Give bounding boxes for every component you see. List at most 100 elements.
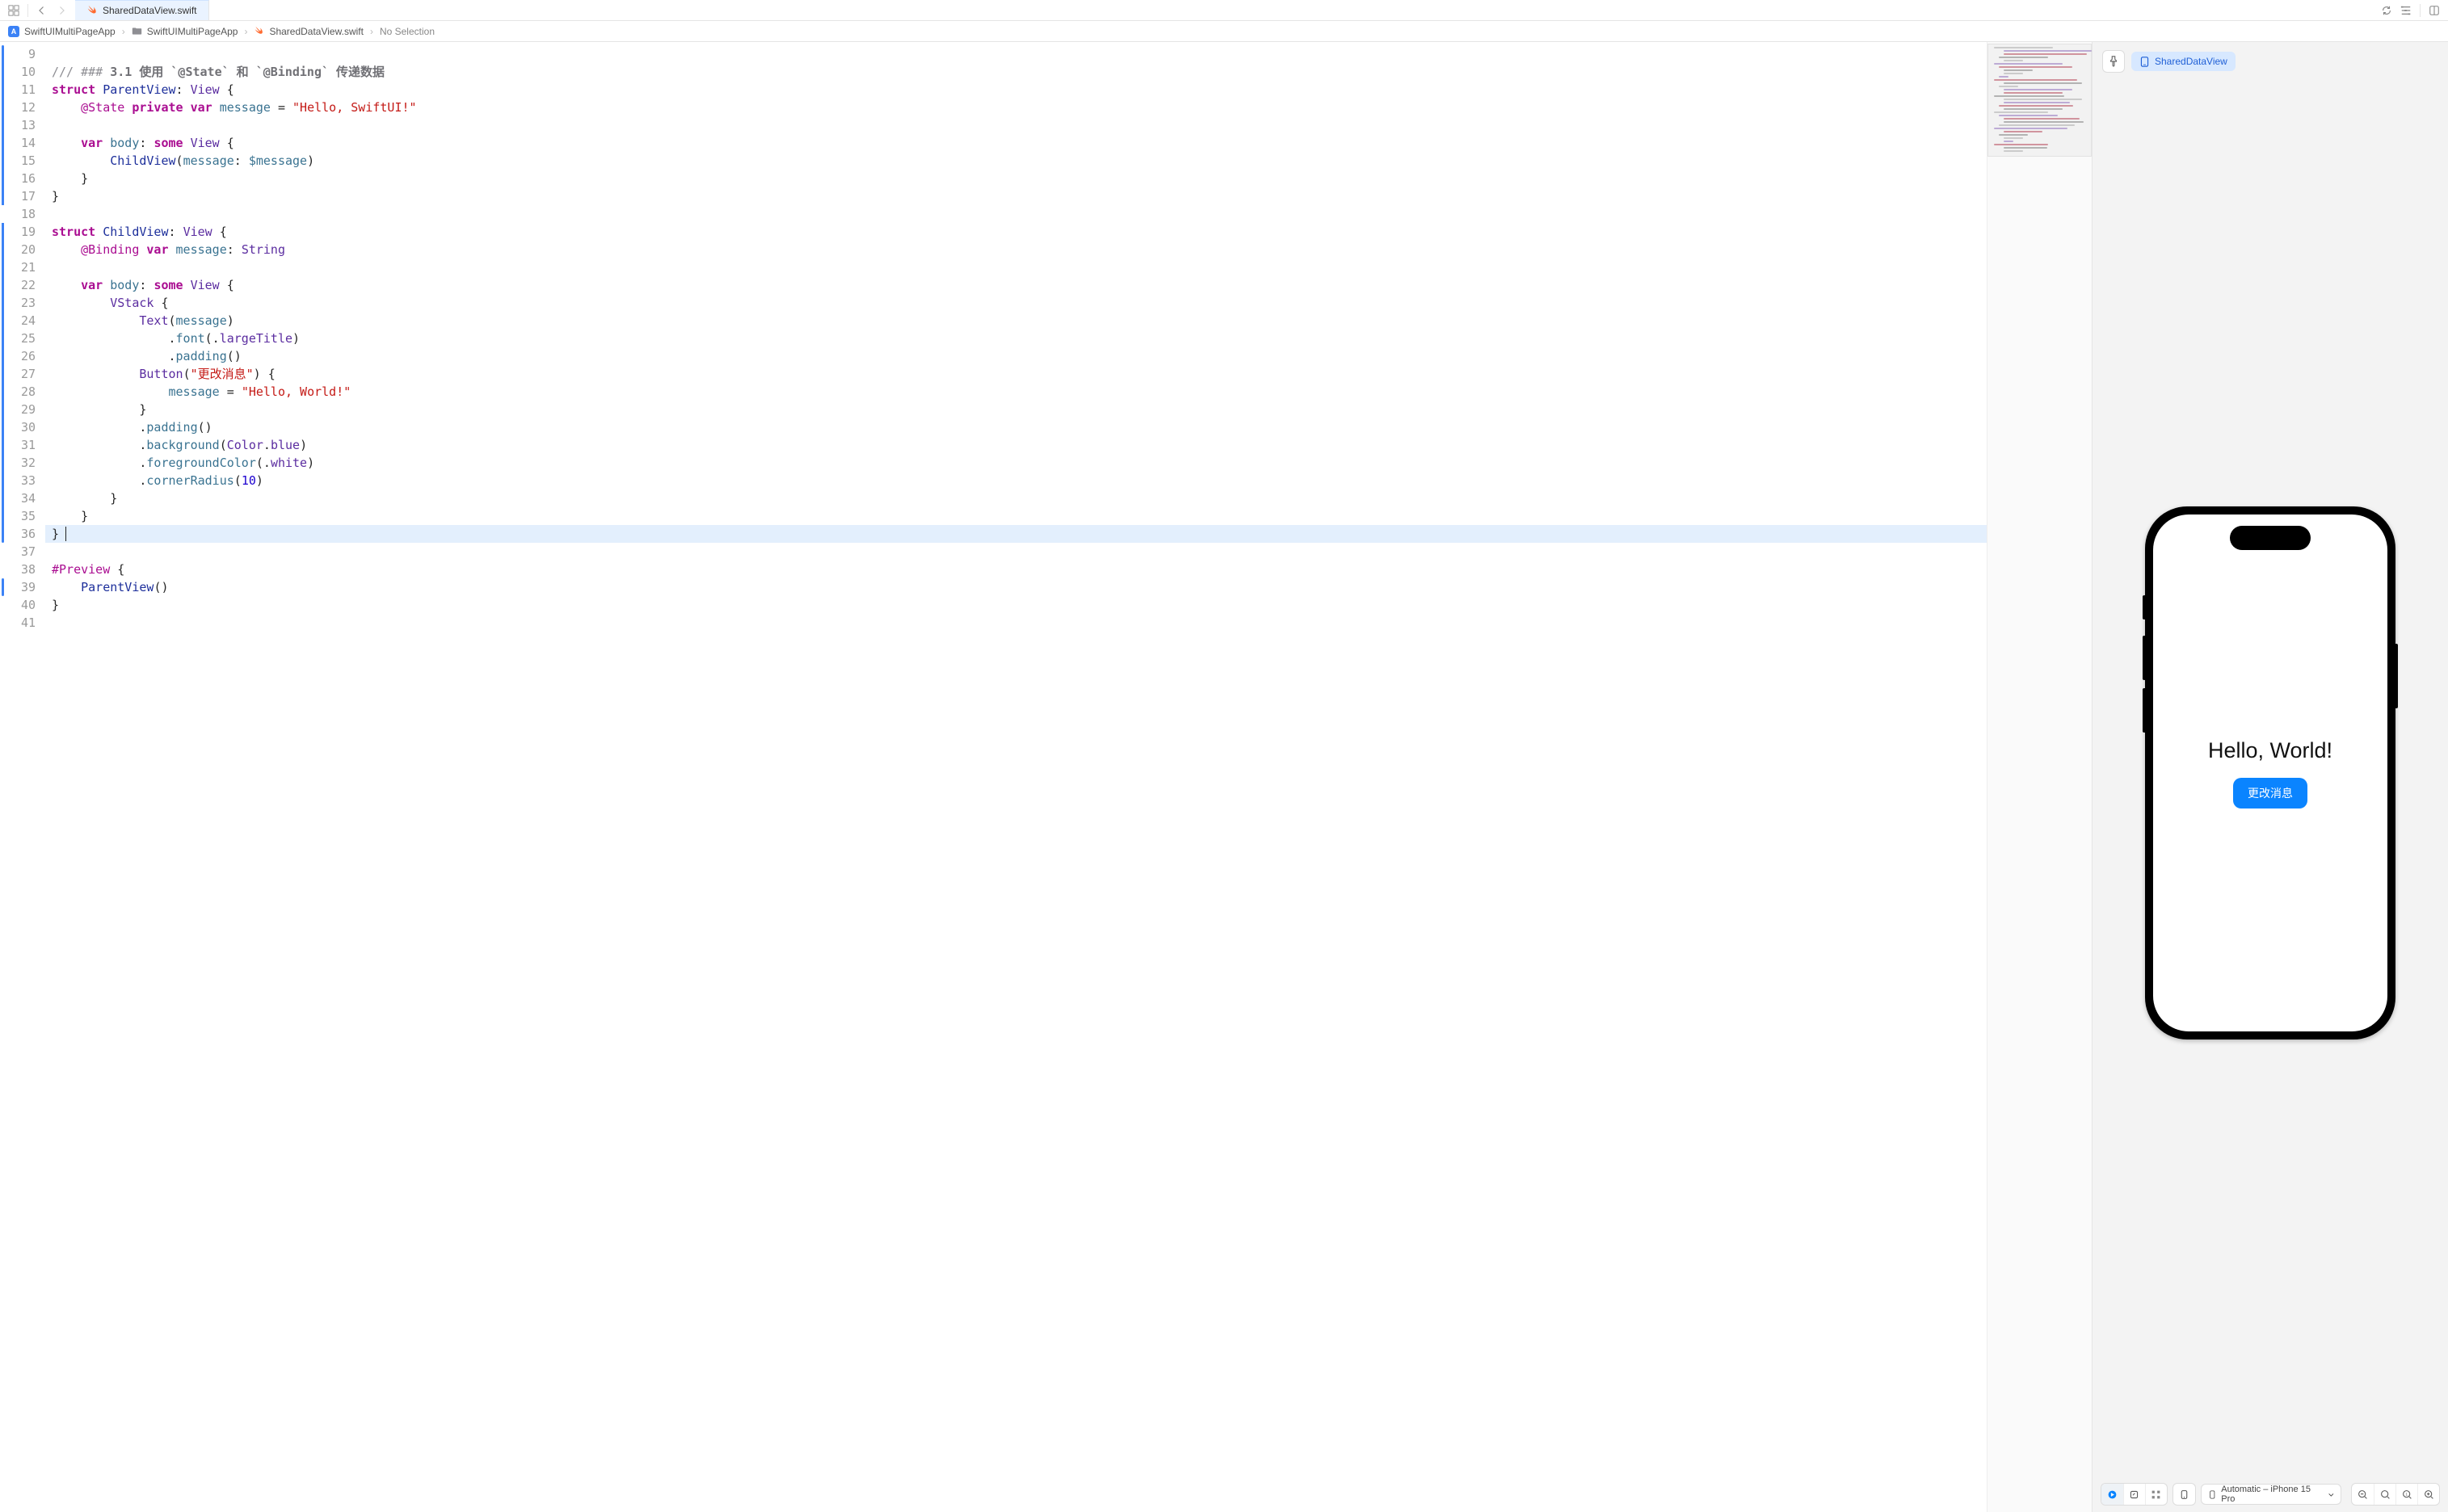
breadcrumb-app[interactable]: SwiftUIMultiPageApp	[24, 26, 116, 37]
code-line[interactable]: struct ParentView: View {	[52, 81, 1980, 99]
line-number: 32	[3, 454, 36, 472]
line-number: 29	[3, 401, 36, 418]
code-line[interactable]: message = "Hello, World!"	[52, 383, 1980, 401]
code-line[interactable]: .padding()	[52, 347, 1980, 365]
line-number: 19	[3, 223, 36, 241]
code-editor[interactable]: /// ### 3.1 使用 `@State` 和 `@Binding` 传递数…	[45, 42, 1987, 1512]
line-number: 22	[3, 276, 36, 294]
line-number: 20	[3, 241, 36, 258]
phone-volume-up	[2143, 636, 2146, 680]
code-line[interactable]	[52, 45, 1980, 63]
variants-preview-button[interactable]	[2145, 1484, 2167, 1505]
code-line[interactable]	[52, 205, 1980, 223]
zoom-out-button[interactable]	[2352, 1484, 2374, 1505]
code-line[interactable]: @State private var message = "Hello, Swi…	[52, 99, 1980, 116]
breadcrumb: A SwiftUIMultiPageApp › SwiftUIMultiPage…	[0, 21, 2448, 42]
line-number: 21	[3, 258, 36, 276]
code-line[interactable]: .font(.largeTitle)	[52, 330, 1980, 347]
live-preview-button[interactable]	[2101, 1484, 2123, 1505]
minimap[interactable]	[1987, 42, 2092, 1512]
zoom-actual-button[interactable]: 1	[2395, 1484, 2417, 1505]
chevron-right-icon: ›	[370, 26, 373, 37]
tab-bar-right-controls	[2373, 0, 2448, 20]
code-line[interactable]: }	[52, 596, 1980, 614]
phone-power-button	[2395, 644, 2398, 708]
line-number: 30	[3, 418, 36, 436]
add-editor-icon[interactable]	[2427, 3, 2442, 18]
selectable-preview-button[interactable]	[2123, 1484, 2145, 1505]
svg-text:1: 1	[2405, 1492, 2408, 1497]
app-icon: A	[8, 26, 19, 37]
line-number: 31	[3, 436, 36, 454]
line-number: 38	[3, 561, 36, 578]
code-line[interactable]: Button("更改消息") {	[52, 365, 1980, 383]
app-title-text: Hello, World!	[2208, 738, 2332, 763]
code-line[interactable]: }	[52, 170, 1980, 187]
related-items-icon[interactable]	[6, 3, 21, 18]
preview-bottom-toolbar: Automatic – iPhone 15 Pro 1	[2093, 1476, 2448, 1512]
line-number: 34	[3, 489, 36, 507]
code-line[interactable]: }	[52, 401, 1980, 418]
line-number: 23	[3, 294, 36, 312]
code-line[interactable]	[52, 116, 1980, 134]
code-line[interactable]: struct ChildView: View {	[52, 223, 1980, 241]
breadcrumb-folder[interactable]: SwiftUIMultiPageApp	[147, 26, 238, 37]
code-line[interactable]: #Preview {	[52, 561, 1980, 578]
nav-back-icon[interactable]	[35, 3, 49, 18]
line-number: 12	[3, 99, 36, 116]
line-number: 11	[3, 81, 36, 99]
line-number: 9	[3, 45, 36, 63]
line-number: 27	[3, 365, 36, 383]
code-line[interactable]: var body: some View {	[52, 134, 1980, 152]
code-line[interactable]: .background(Color.blue)	[52, 436, 1980, 454]
code-line[interactable]: var body: some View {	[52, 276, 1980, 294]
device-settings-button[interactable]	[2172, 1483, 2196, 1506]
nav-forward-icon[interactable]	[54, 3, 69, 18]
line-number-gutter: 9101112131415161718192021222324252627282…	[0, 42, 45, 1512]
phone-mute-switch	[2143, 595, 2146, 620]
line-number: 36	[3, 525, 36, 543]
preview-canvas[interactable]: Hello, World! 更改消息	[2093, 78, 2448, 1476]
code-line[interactable]: }	[52, 507, 1980, 525]
code-line[interactable]: ParentView()	[52, 578, 1980, 596]
chevron-right-icon: ›	[122, 26, 125, 37]
pin-preview-button[interactable]	[2102, 50, 2125, 73]
app-change-message-button[interactable]: 更改消息	[2233, 778, 2307, 808]
preview-mode-group	[2101, 1483, 2168, 1506]
preview-chip[interactable]: SharedDataView	[2131, 52, 2236, 71]
code-line[interactable]: @Binding var message: String	[52, 241, 1980, 258]
zoom-fit-button[interactable]	[2374, 1484, 2395, 1505]
code-line[interactable]: }	[52, 187, 1980, 205]
code-line[interactable]	[52, 258, 1980, 276]
preview-header: SharedDataView	[2093, 42, 2448, 78]
code-line[interactable]: ChildView(message: $message)	[52, 152, 1980, 170]
line-number: 37	[3, 543, 36, 561]
code-line[interactable]	[52, 614, 1980, 632]
zoom-in-button[interactable]	[2417, 1484, 2439, 1505]
code-line[interactable]: }	[52, 489, 1980, 507]
device-selector[interactable]: Automatic – iPhone 15 Pro	[2201, 1484, 2342, 1505]
breadcrumb-file[interactable]: SharedDataView.swift	[269, 26, 364, 37]
code-line[interactable]: VStack {	[52, 294, 1980, 312]
line-number: 26	[3, 347, 36, 365]
zoom-controls: 1	[2351, 1483, 2440, 1506]
phone-frame: Hello, World! 更改消息	[2145, 506, 2395, 1040]
device-icon	[2208, 1490, 2217, 1499]
code-line[interactable]: Text(message)	[52, 312, 1980, 330]
line-number: 41	[3, 614, 36, 632]
device-selector-label: Automatic – iPhone 15 Pro	[2221, 1485, 2322, 1504]
breadcrumb-selection[interactable]: No Selection	[380, 26, 435, 37]
folder-icon	[132, 26, 142, 36]
code-line[interactable]	[52, 543, 1980, 561]
code-line[interactable]: /// ### 3.1 使用 `@State` 和 `@Binding` 传递数…	[52, 63, 1980, 81]
refresh-icon[interactable]	[2379, 3, 2394, 18]
code-line[interactable]: .foregroundColor(.white)	[52, 454, 1980, 472]
code-line[interactable]: .cornerRadius(10)	[52, 472, 1980, 489]
preview-chip-icon	[2139, 57, 2150, 67]
adjust-editor-icon[interactable]	[2399, 3, 2413, 18]
line-number: 33	[3, 472, 36, 489]
editor-tab[interactable]: SharedDataView.swift	[75, 0, 209, 20]
swift-icon	[254, 26, 264, 36]
code-line[interactable]: .padding()	[52, 418, 1980, 436]
preview-column: SharedDataView Hello, World! 更改消息	[2093, 42, 2448, 1512]
